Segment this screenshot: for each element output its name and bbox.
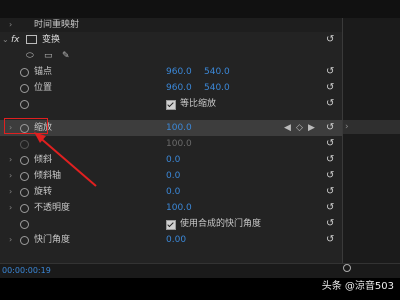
annotation-arrow xyxy=(34,132,97,187)
annotation-arrow-line xyxy=(37,135,97,187)
watermark: 头条 @涼音503 xyxy=(321,281,394,292)
